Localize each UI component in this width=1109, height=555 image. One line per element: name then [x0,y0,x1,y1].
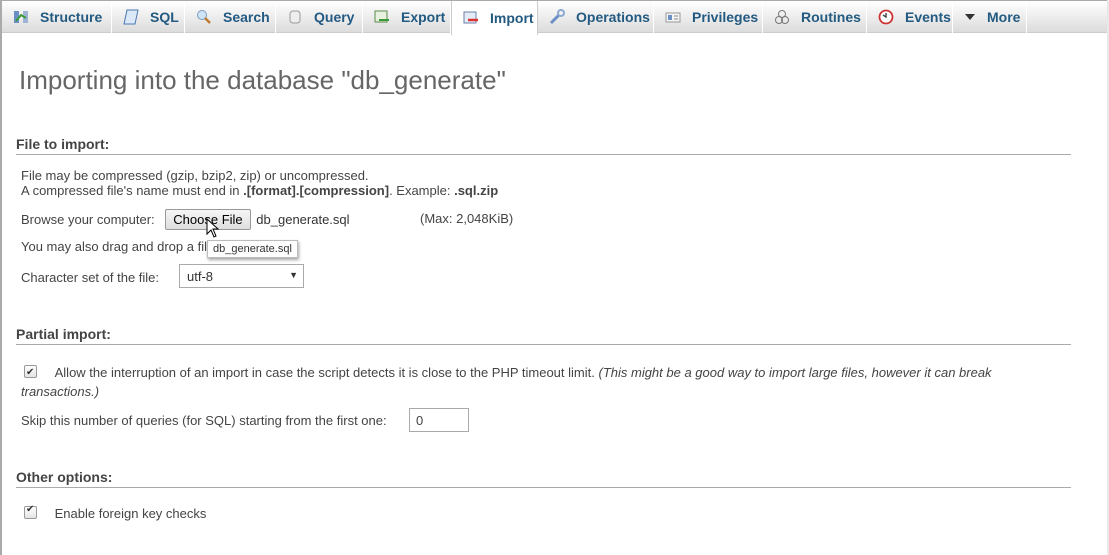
tab-import[interactable]: Import [451,1,538,35]
import-icon [463,10,479,26]
tab-events[interactable]: Events [867,1,953,33]
charset-value: utf-8 [187,269,214,284]
left-border [0,0,2,555]
dropdown-arrow-icon: ▼ [289,270,298,280]
section-title-file: File to import: [16,136,1071,155]
tab-search[interactable]: Search [185,1,276,33]
sql-icon [123,9,139,25]
tab-more[interactable]: More [953,1,1027,33]
tab-label: Export [401,9,446,25]
compression-line2-prefix: A compressed file's name must end in [21,183,244,198]
privileges-icon [665,9,681,25]
triangle-down-icon [964,9,976,25]
compression-note: File may be compressed (gzip, bzip2, zip… [21,168,498,198]
routines-icon [774,9,790,25]
search-icon [196,9,212,25]
compression-example: .sql.zip [454,183,499,198]
skip-queries-label: Skip this number of queries (for SQL) st… [21,413,387,428]
file-tooltip: db_generate.sql [207,240,298,258]
tab-query[interactable]: Query [276,1,363,33]
tab-label: SQL [150,9,179,25]
tab-label: Query [314,9,355,25]
tab-bar: Structure SQL Search Query Export Import [2,0,1107,35]
browse-label: Browse your computer: [21,212,155,227]
tab-label: Search [223,9,270,25]
query-icon [287,9,303,25]
allow-interrupt-checkbox[interactable] [24,363,37,382]
fk-checks-checkbox[interactable] [24,504,37,519]
charset-row: Character set of the file: utf-8 ▼ [21,264,321,288]
mouse-cursor-icon [206,218,220,238]
chosen-file-name: db_generate.sql [256,212,350,227]
compression-line2-mid: . Example: [389,183,455,198]
page-title: Importing into the database "db_generate… [19,65,506,95]
structure-icon [13,9,29,25]
tab-label: Structure [40,9,103,25]
tab-label: Operations [576,9,650,25]
tab-label: Import [490,10,534,26]
compression-line1: File may be compressed (gzip, bzip2, zip… [21,168,369,183]
skip-queries-input[interactable]: 0 [409,408,469,432]
section-title-partial: Partial import: [16,326,1071,345]
tab-privileges[interactable]: Privileges [654,1,763,33]
charset-label: Character set of the file: [21,270,160,285]
skip-queries-row: Skip this number of queries (for SQL) st… [21,408,481,432]
tab-label: Privileges [692,9,759,25]
fk-checks-row: Enable foreign key checks [21,504,207,521]
compression-format: .[format].[compression] [243,183,390,198]
browse-row: Browse your computer: Choose File db_gen… [21,209,581,230]
wrench-icon [549,9,565,25]
tab-operations[interactable]: Operations [538,1,654,33]
export-icon [374,9,390,25]
tab-routines[interactable]: Routines [763,1,867,33]
tab-structure[interactable]: Structure [2,1,112,33]
clock-icon [878,9,894,25]
tab-sql[interactable]: SQL [112,1,185,33]
allow-interrupt-label: Allow the interruption of an import in c… [54,365,595,380]
tab-label: Routines [801,9,861,25]
max-size: (Max: 2,048KiB) [420,211,514,226]
tab-label: Events [905,9,951,25]
tab-export[interactable]: Export [363,1,451,33]
fk-checks-label: Enable foreign key checks [54,506,207,521]
tab-label: More [987,9,1021,25]
allow-interrupt-row: Allow the interruption of an import in c… [21,363,1021,401]
charset-select[interactable]: utf-8 ▼ [179,264,304,288]
section-title-other: Other options: [16,469,1071,488]
